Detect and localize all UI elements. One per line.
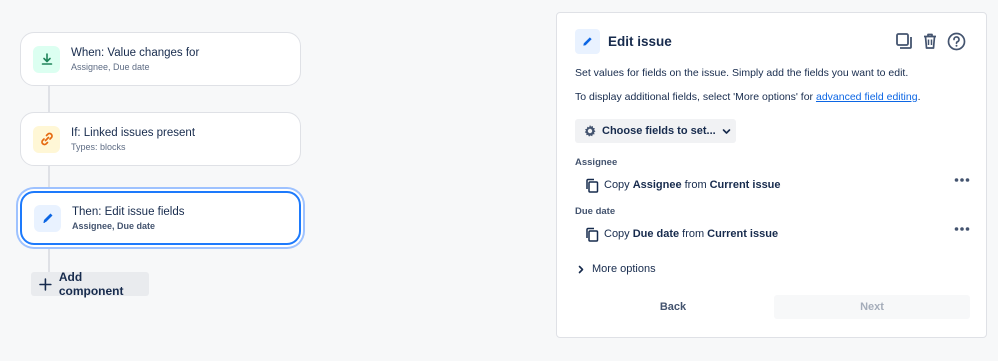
flow-connector [48, 246, 50, 273]
download-arrow-icon [33, 45, 60, 73]
more-options-label: More options [592, 263, 656, 275]
trigger-subtitle: Assignee, Due date [71, 61, 150, 72]
action-card[interactable]: Then: Edit issue fields Assignee, Due da… [20, 191, 301, 245]
condition-title: If: Linked issues present [71, 126, 196, 139]
copy-text: Copy [604, 179, 630, 191]
field-row-assignee[interactable]: Copy Assignee from Current issue [585, 176, 970, 194]
flow-connector [48, 86, 50, 113]
pencil-icon [34, 204, 61, 232]
condition-subtitle: Types: blocks [71, 141, 126, 152]
plus-icon [39, 277, 52, 291]
trash-icon[interactable] [920, 31, 940, 51]
field-label-assignee: Assignee [575, 157, 618, 168]
chevron-down-icon [722, 128, 730, 134]
condition-card[interactable]: If: Linked issues present Types: blocks [20, 112, 301, 166]
edit-issue-panel: Edit issue Set values for fields on the … [556, 12, 987, 338]
link-icon [33, 125, 60, 153]
from-text: from [682, 228, 705, 240]
flow-connector [48, 166, 50, 191]
action-title: Then: Edit issue fields [72, 205, 185, 218]
copy-icon [585, 227, 599, 242]
choose-fields-button[interactable]: Choose fields to set... [575, 119, 736, 143]
source-name: Current issue [707, 228, 779, 240]
from-text: from [684, 179, 707, 191]
trigger-title: When: Value changes for [71, 46, 200, 59]
panel-description: Set values for fields on the issue. Simp… [575, 67, 909, 79]
add-component-label: Add component [58, 270, 124, 298]
help-icon[interactable] [946, 31, 966, 51]
copy-text: Copy [604, 228, 630, 240]
field-label-due-date: Due date [575, 206, 616, 217]
panel-title: Edit issue [608, 34, 672, 49]
trigger-card[interactable]: When: Value changes for Assignee, Due da… [20, 32, 301, 86]
next-button[interactable]: Next [774, 295, 970, 319]
action-subtitle: Assignee, Due date [72, 220, 156, 231]
pencil-icon [575, 29, 600, 54]
add-component-button[interactable]: Add component [31, 270, 149, 298]
more-options-toggle[interactable]: More options [577, 263, 656, 275]
duplicate-icon[interactable] [894, 31, 914, 51]
additional-fields-text: To display additional fields, select 'Mo… [575, 91, 921, 103]
more-actions-icon[interactable] [954, 177, 970, 183]
copy-icon [585, 178, 599, 193]
back-button[interactable]: Back [575, 295, 771, 319]
advanced-field-editing-link[interactable]: advanced field editing [816, 91, 918, 103]
field-row-due-date[interactable]: Copy Due date from Current issue [585, 225, 970, 243]
more-actions-icon[interactable] [954, 226, 970, 232]
field-name: Due date [632, 228, 680, 240]
choose-fields-label: Choose fields to set... [602, 125, 716, 137]
field-name: Assignee [632, 179, 682, 191]
chevron-right-icon [578, 265, 584, 273]
gear-icon [584, 125, 596, 137]
source-name: Current issue [709, 179, 781, 191]
